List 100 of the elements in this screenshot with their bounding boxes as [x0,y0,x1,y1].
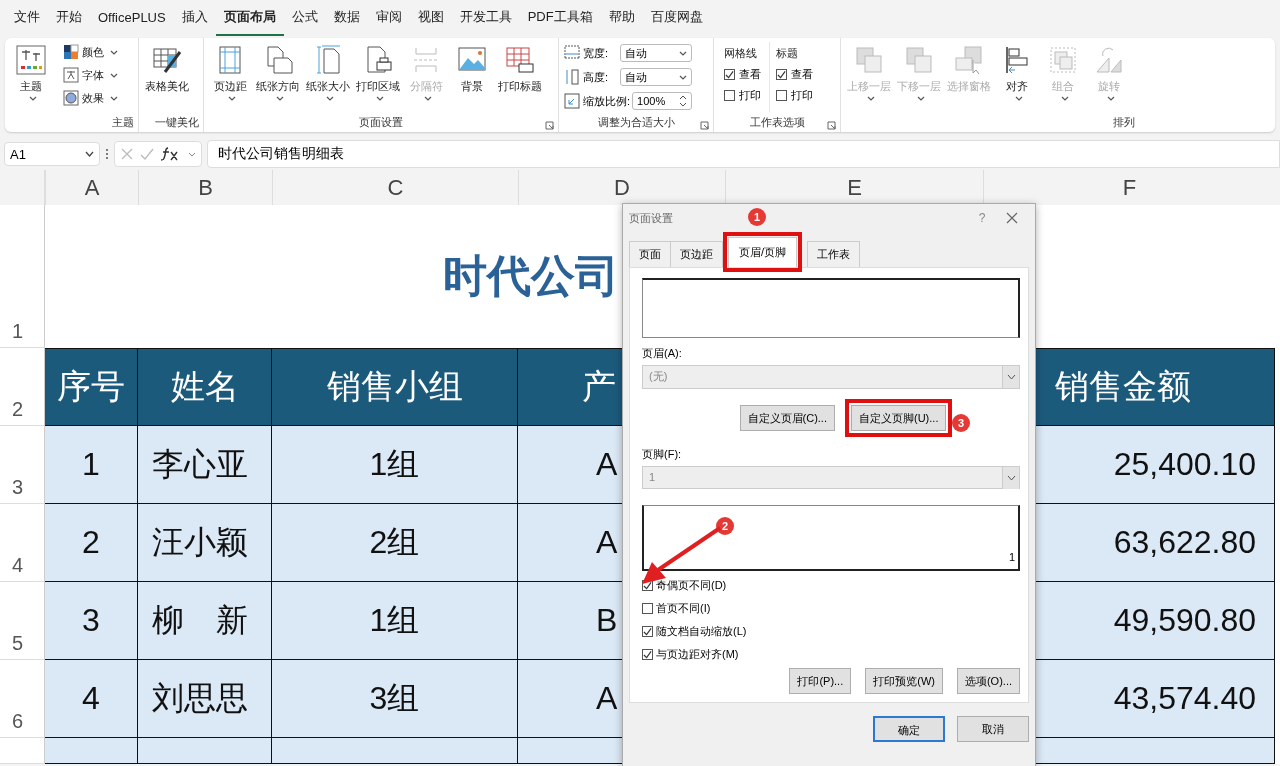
row-header[interactable]: 5 [0,582,45,660]
field-label: 高度: [583,69,609,85]
caret-icon [1106,96,1115,101]
column-header[interactable]: F [983,170,1275,205]
field-label: 宽度: [583,45,609,61]
checkbox-option[interactable]: 查看 [776,67,813,82]
ribbon-button[interactable]: 表格美化 [143,42,191,112]
menu-tab[interactable]: 帮助 [600,2,643,36]
menu-tab[interactable]: OfficePLUS [90,3,174,35]
ribbon-button[interactable]: 页边距 [208,42,252,112]
dialog-tab[interactable]: 页边距 [670,241,723,267]
dialog-launcher-icon [827,120,836,130]
menu-tab[interactable]: 审阅 [367,2,410,36]
formula-field[interactable]: 时代公司销售明细表 [207,140,1280,168]
group-label: 页面设置 [359,114,403,130]
spin-arrows-icon [679,94,688,108]
checkbox[interactable] [642,649,653,660]
checkbox-option[interactable]: 打印 [776,88,813,103]
cancel-button[interactable]: 取消 [957,716,1029,742]
field-label: 缩放比例: [583,93,631,109]
row-header[interactable]: 1 [0,205,45,348]
dialog-button[interactable]: 自定义页脚(U)... [851,404,947,431]
table-cell: 2组 [272,504,518,582]
ribbon-button[interactable]: 打印区域 [354,42,402,112]
menu-tab[interactable]: 数据 [325,2,368,36]
table-cell: 3 [45,582,138,660]
caret-icon [110,49,118,55]
caret-icon [110,72,118,78]
close-icon [1006,212,1018,224]
height-icon [563,68,581,86]
dialog-tab[interactable]: 页面 [629,241,671,267]
dialog-button[interactable]: 自定义页眉(C)... [739,404,835,431]
table-cell: 1组 [272,426,518,504]
menu-tab[interactable]: 文件 [6,2,48,36]
ribbon-button[interactable]: 颜色 [61,42,120,62]
ribbon-button[interactable]: 纸张方向 [254,42,302,112]
checkbox-option[interactable]: 查看 [724,67,761,82]
ribbon-button[interactable]: 背景 [450,42,494,112]
group-label: 工作表选项 [749,114,805,130]
column-header[interactable]: A [45,170,138,205]
color-palette-icon [63,44,79,60]
menu-tab[interactable]: 开始 [48,2,90,36]
column-header[interactable]: D [518,170,725,205]
menu-tab[interactable]: 开发工具 [451,2,520,36]
more-icon [105,148,109,160]
dropdown-field[interactable]: 自动 [620,68,693,86]
selection-pane-icon [953,44,985,76]
table-header-cell: 销售小组 [272,348,518,426]
width-icon [563,44,581,62]
dialog-button[interactable]: 打印预览(W) [865,668,943,694]
ok-button[interactable]: 确定 [873,716,945,742]
caret-icon [275,96,284,101]
send-backward-icon [903,44,935,76]
scale-icon [563,92,581,110]
ribbon-button[interactable]: 对齐 [995,42,1039,112]
page-number: 1 [1008,551,1015,563]
caret-icon [916,96,925,101]
checkbox[interactable] [642,626,653,637]
row-header[interactable]: 4 [0,504,45,582]
checkbox-option[interactable]: 打印 [724,88,761,103]
column-header[interactable]: C [272,170,518,205]
ribbon-button[interactable]: 字体 [61,65,120,85]
checkbox[interactable] [724,69,735,80]
menu-tab[interactable]: 公式 [283,2,326,36]
table-cell: 1组 [272,582,518,660]
menu-tab[interactable]: 页面布局 [215,2,284,36]
caret-icon [1006,373,1016,380]
dialog-button[interactable]: 打印(P)... [789,668,852,694]
font-icon [63,67,79,83]
caret-icon [679,74,688,80]
name-box[interactable]: A1 [4,142,100,166]
checkbox[interactable] [776,90,787,101]
spin-field[interactable]: 100% [632,92,693,110]
dialog-title: 页面设置 [629,210,673,226]
table-cell: 4 [45,660,138,738]
dialog-button[interactable]: 选项(O)... [956,668,1020,694]
table-cell: 2 [45,504,138,582]
ribbon-button[interactable]: 效果 [61,88,120,108]
ribbon-button[interactable]: 主题 [9,42,53,112]
column-header[interactable]: E [725,170,983,205]
dropdown-field[interactable]: 自动 [620,44,693,62]
caret-icon [866,96,875,101]
checkbox[interactable] [776,69,787,80]
menu-tab[interactable]: 插入 [173,2,216,36]
caret-icon [85,151,94,157]
table-header-cell: 序号 [45,348,138,426]
checkbox[interactable] [724,90,735,101]
column-header[interactable]: B [138,170,272,205]
ribbon-button[interactable]: 纸张大小 [304,42,352,112]
menu-tab[interactable]: 百度网盘 [642,2,711,36]
row-header[interactable]: 2 [0,348,45,426]
checkbox[interactable] [642,603,653,614]
row-header[interactable]: 6 [0,660,45,738]
dialog-tab[interactable]: 页眉/页脚 [728,237,798,267]
dialog-tab[interactable]: 工作表 [807,241,861,267]
menu-tab[interactable]: PDF工具箱 [519,2,601,36]
option-heading: 网格线 [724,46,758,61]
menu-tab[interactable]: 视图 [409,2,452,36]
ribbon-button[interactable]: 打印标题 [496,42,544,112]
row-header[interactable]: 3 [0,426,45,504]
